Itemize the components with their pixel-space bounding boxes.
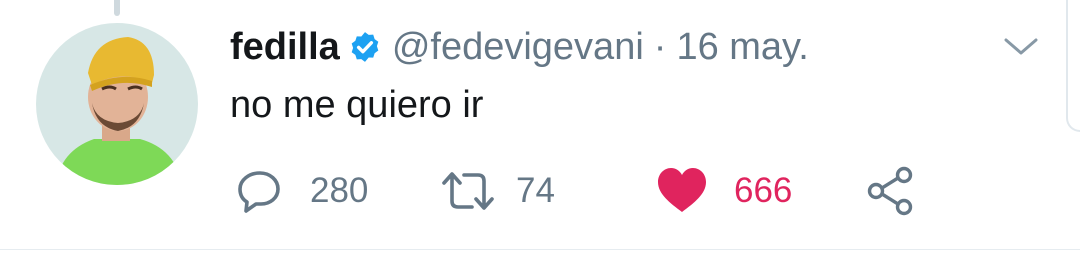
heart-icon: [658, 168, 706, 212]
reply-button[interactable]: 280: [236, 166, 368, 216]
retweet-button[interactable]: 74: [440, 166, 555, 216]
right-edge-decoration: [1066, 0, 1080, 132]
thread-connector-line: [114, 0, 120, 16]
chevron-down-icon[interactable]: [1002, 34, 1040, 58]
tweet-header: fedilla @fedevigevani · 16 may.: [230, 22, 809, 72]
verified-badge-icon: [351, 32, 379, 62]
header-separator: ·: [653, 25, 667, 68]
share-button[interactable]: [866, 166, 916, 216]
reply-count: 280: [310, 171, 369, 210]
like-button[interactable]: 666: [656, 166, 792, 216]
tweet-actions: 280 74 666: [0, 166, 1080, 216]
share-icon: [867, 166, 913, 216]
reply-icon: [238, 171, 280, 213]
tweet-text: no me quiero ir: [230, 84, 484, 126]
user-handle[interactable]: @fedevigevani: [392, 26, 644, 69]
retweet-count: 74: [516, 171, 555, 210]
like-count: 666: [734, 171, 793, 210]
retweet-icon: [442, 172, 494, 210]
display-name[interactable]: fedilla: [230, 26, 340, 69]
tweet-divider: [0, 249, 1080, 250]
tweet-date[interactable]: 16 may.: [676, 26, 808, 69]
avatar[interactable]: [36, 23, 198, 185]
